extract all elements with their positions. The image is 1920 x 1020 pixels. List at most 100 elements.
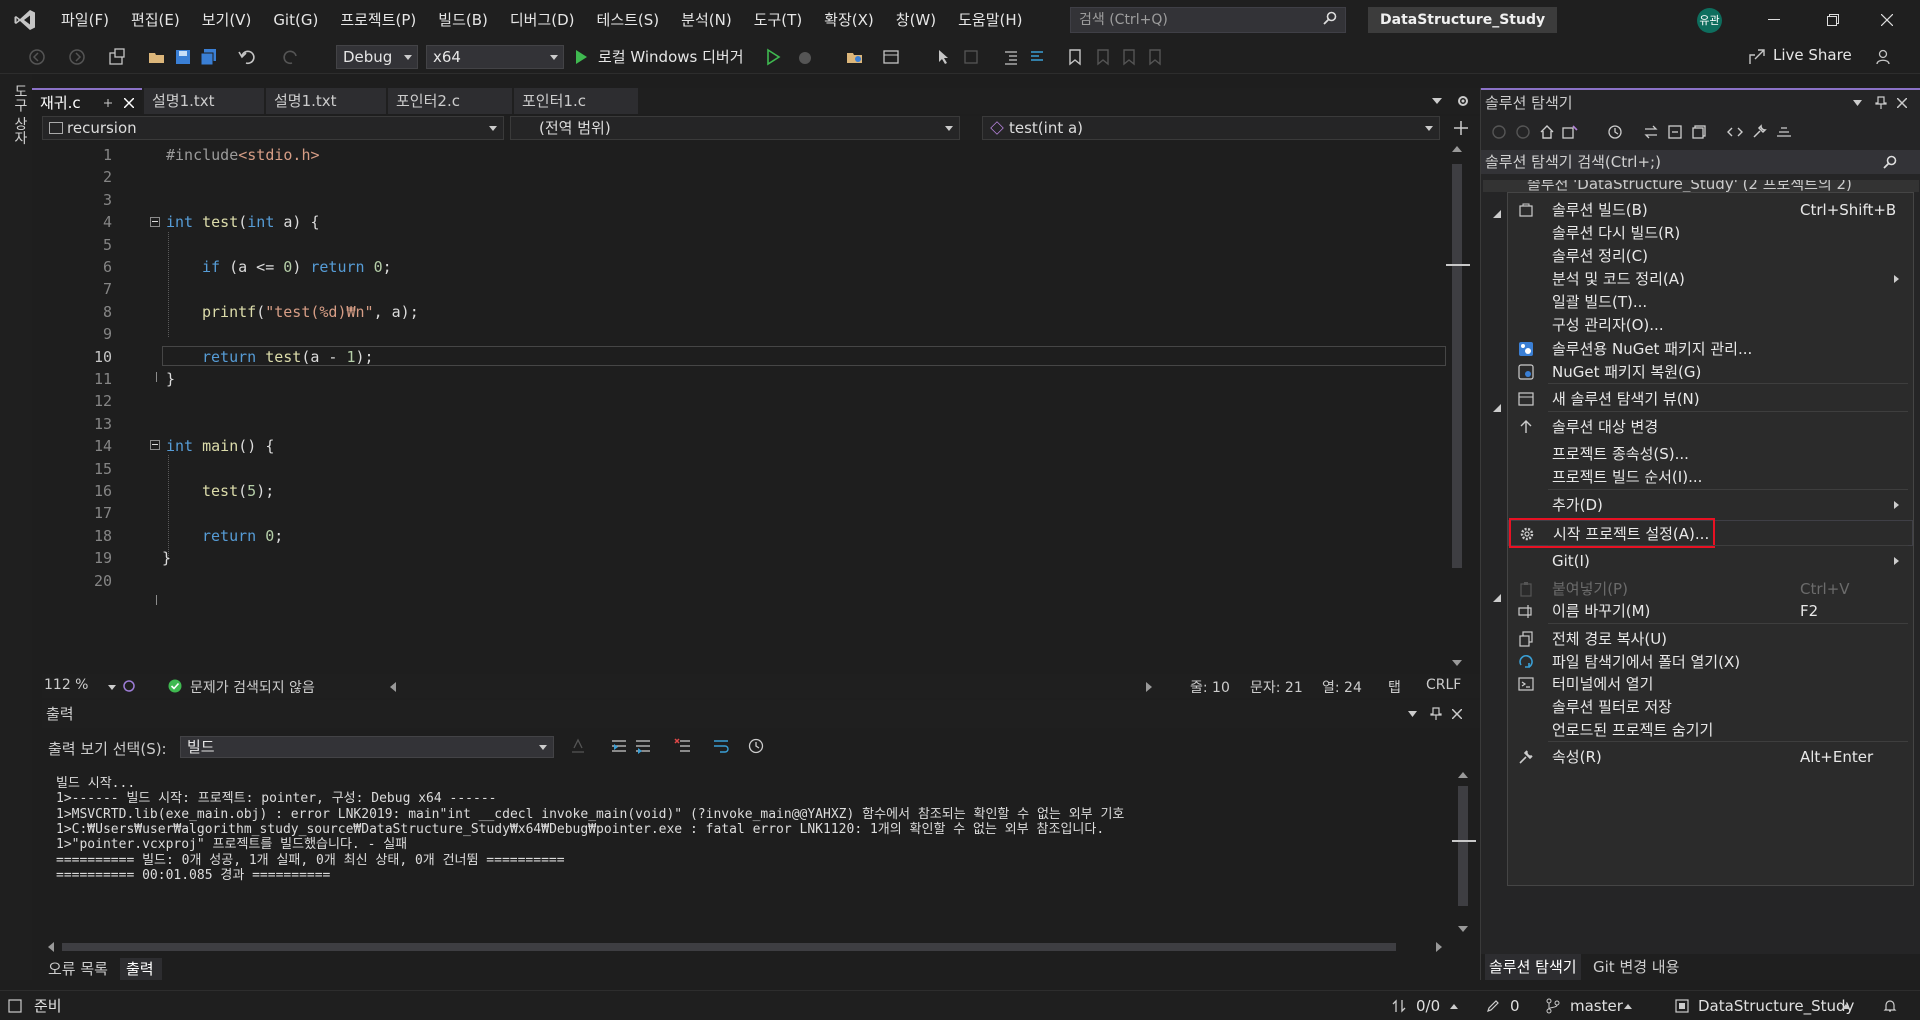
undo-icon[interactable]: [238, 48, 256, 66]
context-menu-item[interactable]: 프로젝트 빌드 순서(I)...: [1508, 464, 1913, 490]
output-horizontal-scrollbar[interactable]: [48, 940, 1442, 954]
context-menu-item[interactable]: 속성(R) Alt+Enter: [1508, 744, 1913, 770]
scroll-right-icon[interactable]: [1436, 942, 1442, 952]
zoom-level[interactable]: 112 %: [44, 677, 88, 693]
menu-item[interactable]: 디버그(D): [499, 0, 586, 40]
column-number-status[interactable]: 열: 24: [1322, 677, 1362, 697]
save-icon[interactable]: [174, 48, 192, 66]
chevron-up-icon[interactable]: [1842, 1004, 1850, 1009]
menu-item[interactable]: Git(G): [262, 0, 329, 40]
edits-count[interactable]: 0: [1510, 991, 1520, 1020]
menu-item[interactable]: 도움말(H): [947, 0, 1033, 40]
platform-select[interactable]: x64: [426, 45, 564, 69]
play-icon[interactable]: [572, 48, 590, 66]
menu-item[interactable]: 빌드(B): [427, 0, 499, 40]
tab-git-changes[interactable]: Git 변경 내용: [1593, 954, 1679, 980]
branch-name[interactable]: master: [1570, 991, 1623, 1020]
pending-changes-filter-icon[interactable]: [1607, 124, 1623, 140]
context-menu-item[interactable]: Git(I): [1508, 548, 1913, 574]
expand-arrow-icon[interactable]: [1493, 404, 1501, 412]
editor-scrollbar[interactable]: [1446, 140, 1480, 672]
menu-item[interactable]: 도구(T): [743, 0, 813, 40]
preview-selected-items-icon[interactable]: [1775, 124, 1793, 140]
notifications-bell-icon[interactable]: [1882, 998, 1898, 1014]
previous-message-icon[interactable]: [610, 738, 628, 754]
comment-icon[interactable]: [1028, 48, 1046, 66]
pin-icon[interactable]: [1430, 707, 1442, 721]
scroll-thumb[interactable]: [1458, 786, 1468, 906]
solution-explorer-search[interactable]: 솔루션 탐색기 검색(Ctrl+;): [1481, 150, 1920, 174]
scroll-down-icon[interactable]: [1452, 660, 1462, 666]
search-icon[interactable]: [1883, 155, 1897, 169]
line-ending-status[interactable]: CRLF: [1426, 677, 1461, 693]
close-icon[interactable]: [124, 98, 134, 108]
member-dropdown[interactable]: test(int a): [982, 116, 1440, 140]
output-scrollbar[interactable]: [1450, 770, 1480, 938]
clock-icon[interactable]: [748, 738, 764, 754]
tab-solution-explorer[interactable]: 솔루션 탐색기: [1485, 954, 1581, 980]
tab-output[interactable]: 출력: [120, 958, 162, 980]
tab-error-list[interactable]: 오류 목록: [48, 958, 118, 980]
close-icon[interactable]: [1897, 98, 1907, 108]
pin-icon[interactable]: [1875, 96, 1887, 110]
context-menu-item[interactable]: 이름 바꾸기(M) F2: [1508, 598, 1913, 624]
context-menu-item[interactable]: 새 솔루션 탐색기 뷰(N): [1508, 386, 1913, 412]
switch-views-icon[interactable]: [1561, 124, 1579, 140]
fold-toggle-icon[interactable]: [150, 217, 160, 227]
menu-item[interactable]: 분석(N): [670, 0, 743, 40]
tab-description1-txt-2[interactable]: 설명1.txt: [266, 88, 386, 114]
solution-root-item[interactable]: 솔루션 'DataStructure_Study' (2 프로젝트의 2): [1483, 180, 1919, 192]
issues-status[interactable]: 문제가 검색되지 않음: [190, 677, 315, 697]
scroll-right-icon[interactable]: [1146, 682, 1152, 692]
context-menu-item[interactable]: NuGet 패키지 복원(G): [1508, 359, 1913, 385]
chevron-down-icon[interactable]: [108, 685, 116, 690]
code-editor[interactable]: 1 2 3 4 5 6 7 8 9 10 11 12 13 14 15 16 17 18 19 20 #include…: [42, 140, 1446, 672]
tab-recursion-c[interactable]: 재귀.c: [32, 88, 142, 114]
expand-arrow-icon[interactable]: [1493, 594, 1501, 602]
back-icon[interactable]: [1491, 124, 1507, 140]
context-menu-item[interactable]: 구성 관리자(O)...: [1508, 312, 1913, 338]
sync-icon[interactable]: [1643, 124, 1659, 140]
scroll-up-icon[interactable]: [1458, 772, 1468, 778]
forward-icon[interactable]: [1515, 124, 1531, 140]
select-icon[interactable]: [936, 48, 954, 66]
clear-all-icon[interactable]: [674, 738, 692, 754]
panel-dropdown-icon[interactable]: [1853, 100, 1862, 106]
scroll-left-icon[interactable]: [48, 942, 54, 952]
tab-pointer2-c[interactable]: 포인터2.c: [388, 88, 512, 114]
context-menu-item[interactable]: 추가(D): [1508, 492, 1913, 518]
feedback-icon[interactable]: [1874, 48, 1892, 66]
context-menu-item[interactable]: 솔루션 대상 변경: [1508, 414, 1913, 440]
menu-item[interactable]: 테스트(S): [586, 0, 671, 40]
restore-button[interactable]: [1810, 0, 1856, 40]
close-window-button[interactable]: [1864, 0, 1910, 40]
start-debugger-button[interactable]: 로컬 Windows 디버거: [598, 46, 744, 67]
save-all-icon[interactable]: [200, 48, 218, 66]
scroll-down-icon[interactable]: [1458, 926, 1468, 932]
toolbox-tab[interactable]: 도구 상자: [10, 84, 30, 144]
minimize-button[interactable]: [1751, 0, 1797, 40]
collapse-all-icon[interactable]: [1667, 124, 1683, 140]
search-input[interactable]: 검색 (Ctrl+Q): [1070, 7, 1346, 33]
close-icon[interactable]: [1452, 709, 1462, 719]
split-editor-icon[interactable]: [1453, 120, 1469, 136]
menu-item[interactable]: 파일(F): [50, 0, 120, 40]
next-message-icon[interactable]: [634, 738, 652, 754]
redo-icon[interactable]: [282, 48, 300, 66]
panel-icon[interactable]: [962, 48, 980, 66]
char-number-status[interactable]: 문자: 21: [1250, 677, 1303, 697]
context-menu-item[interactable]: 언로드된 프로젝트 숨기기: [1508, 717, 1913, 743]
open-file-icon[interactable]: [148, 48, 166, 66]
settings-icon[interactable]: [1456, 94, 1470, 108]
properties-wrench-icon[interactable]: [1751, 124, 1767, 140]
menu-item[interactable]: 보기(V): [191, 0, 263, 40]
panel-dropdown-icon[interactable]: [1408, 711, 1417, 717]
output-source-select[interactable]: 빌드: [180, 736, 554, 758]
live-share-icon[interactable]: [1748, 48, 1766, 66]
chevron-up-icon[interactable]: [1624, 1004, 1632, 1009]
indent-mode-status[interactable]: 탭: [1388, 677, 1401, 697]
tab-pointer1-c[interactable]: 포인터1.c: [514, 88, 638, 114]
new-project-icon[interactable]: [108, 48, 126, 66]
scroll-up-icon[interactable]: [1452, 146, 1462, 152]
chevron-up-icon[interactable]: [1450, 1004, 1458, 1009]
